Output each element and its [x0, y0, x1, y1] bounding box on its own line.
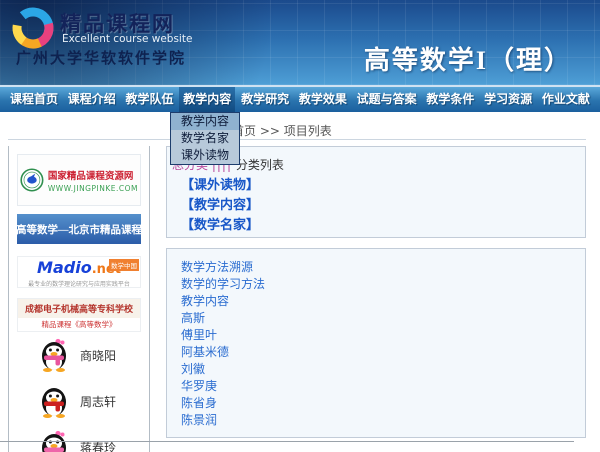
banner-jingpinke[interactable]: 国家精品课程资源网 WWW.JINGPINKE.COM: [17, 154, 141, 206]
article-link[interactable]: 高斯: [181, 310, 585, 327]
jingpinke-title: 国家精品课程资源网: [48, 168, 138, 182]
madio-brand: Madio: [37, 258, 92, 277]
divider: [8, 139, 586, 140]
nav-item-exams-answers[interactable]: 试题与答案: [353, 87, 421, 112]
article-link[interactable]: 数学的学习方法: [181, 276, 585, 293]
article-link[interactable]: 刘徽: [181, 361, 585, 378]
nav-item-teaching-team[interactable]: 教学队伍: [122, 87, 178, 112]
nav-item-teaching-content[interactable]: 教学内容: [179, 87, 235, 112]
nav-item-teaching-research[interactable]: 教学研究: [237, 87, 293, 112]
site-logo-icon: [10, 5, 56, 51]
site-header: 精品课程网 Excellent course website 广州大学华软软件学…: [0, 0, 600, 87]
chengdu-subtitle: 精品课程《高等数学》: [18, 318, 140, 331]
course-title: 高等数学I（理）: [364, 40, 572, 77]
dropdown-item-math-masters[interactable]: 数学名家: [171, 130, 239, 147]
article-link[interactable]: 陈省身: [181, 395, 585, 412]
article-link[interactable]: 陈景润: [181, 412, 585, 429]
jingpinke-emblem-icon: [20, 165, 44, 195]
article-link[interactable]: 教学内容: [181, 293, 585, 310]
article-link[interactable]: 阿基米德: [181, 344, 585, 361]
qq-penguin-avatar-icon: [37, 338, 71, 372]
banner-chengdu-college[interactable]: 成都电子机械高等专科学校 精品课程《高等数学》: [17, 298, 141, 332]
article-link[interactable]: 傅里叶: [181, 327, 585, 344]
nav-dropdown-menu: 教学内容 数学名家 课外读物: [170, 112, 240, 165]
nav-item-teaching-results[interactable]: 教学效果: [295, 87, 351, 112]
madio-tagline: 最专业的数学理论研究与应用实践平台: [23, 278, 135, 287]
section-header-title: 分类列表: [236, 158, 284, 172]
dropdown-item-teaching-content[interactable]: 教学内容: [171, 113, 239, 130]
qq-contact[interactable]: 商晓阳: [9, 338, 149, 372]
site-subtitle: Excellent course website: [62, 33, 192, 45]
contact-name: 商晓阳: [80, 347, 116, 364]
banner-beijing-course[interactable]: 高等数学—北京市精品课程: [17, 214, 141, 244]
dropdown-item-extra-reading[interactable]: 课外读物: [171, 147, 239, 164]
jingpinke-url: WWW.JINGPINKE.COM: [48, 184, 138, 193]
nav-item-home[interactable]: 课程首页: [6, 87, 62, 112]
article-link[interactable]: 数学方法溯源: [181, 259, 585, 276]
category-link-math-masters[interactable]: 【数学名家】: [181, 214, 259, 233]
chengdu-title: 成都电子机械高等专科学校: [18, 299, 140, 318]
qq-contact-list: 商晓阳 周志轩: [9, 338, 149, 452]
article-link[interactable]: 华罗庚: [181, 378, 585, 395]
article-list-panel: 数学方法溯源 数学的学习方法 教学内容 高斯 傅里叶 阿基米德 刘徽 华罗庚 陈…: [166, 248, 586, 438]
banner-madio[interactable]: Madio.net 数学中国 最专业的数学理论研究与应用实践平台: [17, 256, 141, 288]
page: 精品课程网 Excellent course website 广州大学华软软件学…: [0, 0, 600, 452]
contact-name: 周志轩: [80, 393, 116, 410]
qq-penguin-avatar-icon: [37, 384, 71, 418]
nav-item-learning-resources[interactable]: 学习资源: [480, 87, 536, 112]
nav-item-homework-docs[interactable]: 作业文献: [538, 87, 594, 112]
category-link-teaching-content[interactable]: 【教学内容】: [181, 194, 259, 213]
breadcrumb[interactable]: 首页 >> 项目列表: [232, 122, 332, 139]
madio-badge: 数学中国: [109, 259, 139, 271]
qq-contact[interactable]: 周志轩: [9, 384, 149, 418]
sidebar: 国家精品课程资源网 WWW.JINGPINKE.COM 高等数学—北京市精品课程…: [8, 146, 150, 452]
main-nav: 课程首页 课程介绍 教学队伍 教学内容 教学研究 教学效果 试题与答案 教学条件…: [0, 87, 600, 112]
category-link-extra-reading[interactable]: 【课外读物】: [181, 174, 259, 193]
nav-item-course-intro[interactable]: 课程介绍: [64, 87, 120, 112]
org-name: 广州大学华软软件学院: [16, 47, 186, 68]
nav-item-teaching-conditions[interactable]: 教学条件: [422, 87, 478, 112]
footer-divider: [0, 441, 574, 442]
